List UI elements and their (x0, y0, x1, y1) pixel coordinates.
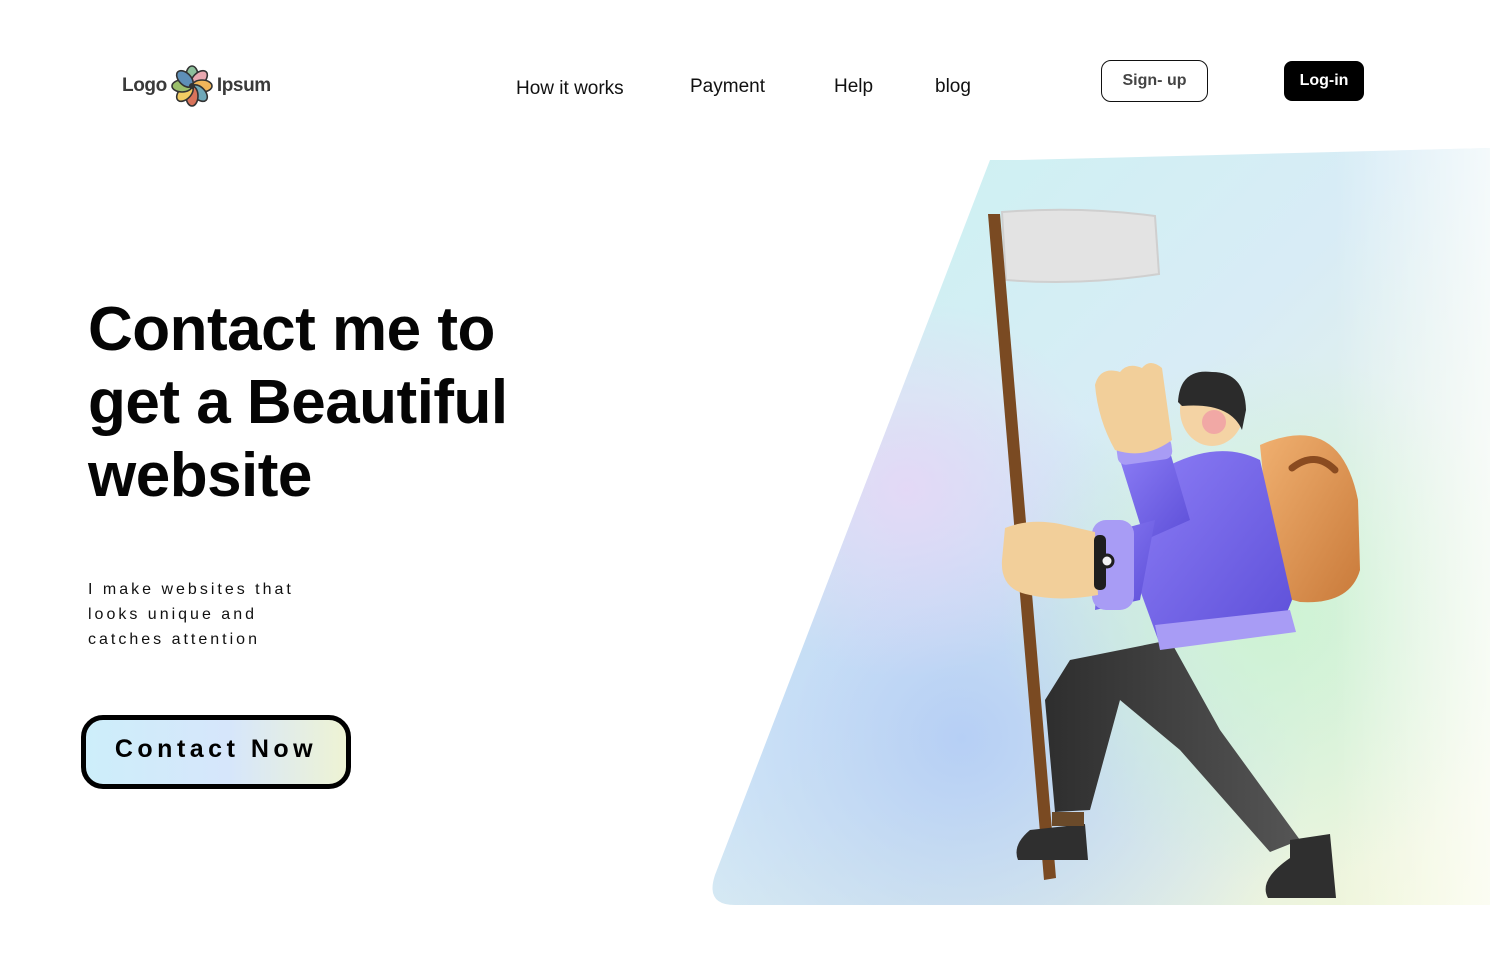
hero-title-line: website (88, 441, 312, 510)
hero-title-line: Contact me to (88, 295, 495, 364)
hero-title-line: get a Beautiful (88, 368, 508, 437)
hero-subtitle-line: catches attention (88, 631, 260, 648)
hiker-with-flag-illustration (712, 148, 1490, 905)
login-button[interactable]: Log-in (1284, 61, 1364, 101)
nav-blog[interactable]: blog (935, 74, 971, 100)
landing-page: Logo Ipsum How it works Payment Help blo… (0, 0, 1490, 965)
hero-subtitle-line: I make websites that (88, 581, 294, 598)
hero-title: Contact me to get a Beautiful website (88, 293, 608, 512)
signup-button[interactable]: Sign- up (1101, 60, 1208, 102)
contact-now-button[interactable]: Contact Now (81, 715, 351, 789)
hero-subtitle-line: looks unique and (88, 606, 257, 623)
logo-text-right: Ipsum (216, 75, 271, 96)
nav-help[interactable]: Help (834, 74, 873, 100)
logo-text-left: Logo (122, 75, 167, 96)
nav-payment[interactable]: Payment (690, 74, 765, 100)
flower-logo-icon (171, 65, 213, 107)
hero-subtitle: I make websites that looks unique and ca… (88, 577, 388, 652)
nav-how-it-works[interactable]: How it works (516, 76, 624, 102)
logo[interactable]: Logo Ipsum (122, 64, 271, 108)
